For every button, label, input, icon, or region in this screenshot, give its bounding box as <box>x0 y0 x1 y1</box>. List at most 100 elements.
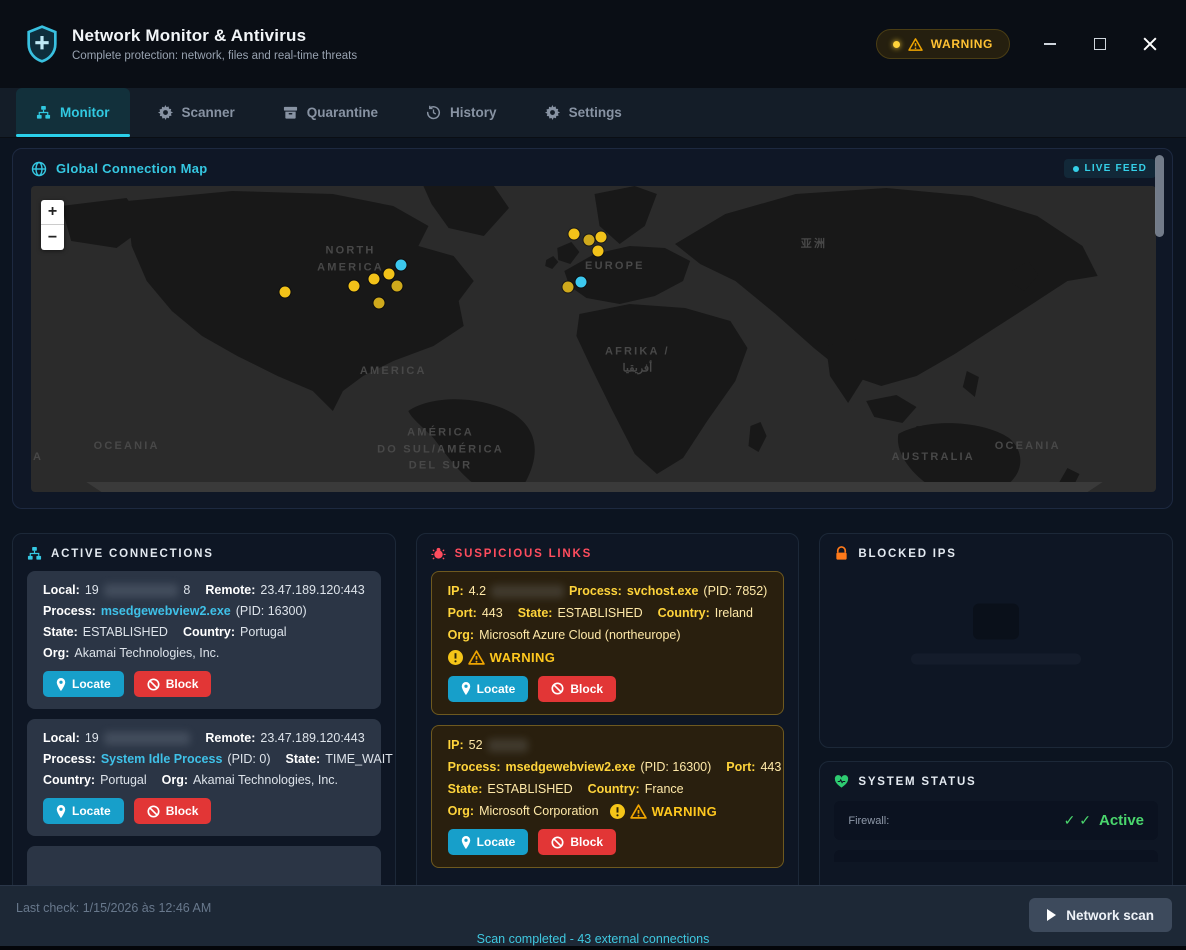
global-connection-map-panel: Global Connection Map LIVE FEED <box>12 148 1173 509</box>
block-button[interactable]: Block <box>134 671 212 697</box>
connection-dot[interactable] <box>348 281 359 292</box>
connection-dot[interactable] <box>584 234 595 245</box>
warning-triangle-icon <box>630 804 647 819</box>
connection-dot[interactable] <box>369 274 380 285</box>
block-icon <box>147 678 160 691</box>
active-connections-title: ACTIVE CONNECTIONS <box>51 548 214 560</box>
bottom-bar: Last check: 1/15/2026 às 12:46 AM Networ… <box>0 885 1186 950</box>
warning-circle-icon <box>610 804 625 819</box>
check-icons: ✓ ✓ <box>1064 812 1091 829</box>
play-icon <box>1047 909 1056 921</box>
map-pin-icon <box>56 678 66 691</box>
last-check-text: Last check: 1/15/2026 às 12:46 AM <box>16 901 211 915</box>
process-link[interactable]: svchost.exe <box>627 584 699 599</box>
live-feed-badge: LIVE FEED <box>1064 159 1156 178</box>
app-window: Network Monitor & Antivirus Complete pro… <box>0 0 1186 950</box>
locate-button[interactable]: Locate <box>43 671 124 697</box>
connection-dot[interactable] <box>593 245 604 256</box>
map-pin-icon <box>461 836 471 849</box>
main-content: Global Connection Map LIVE FEED <box>0 139 1186 950</box>
minimize-button[interactable] <box>1040 34 1060 54</box>
connection-dot[interactable] <box>569 229 580 240</box>
block-icon <box>147 805 160 818</box>
titlebar: Network Monitor & Antivirus Complete pro… <box>0 0 1186 88</box>
connection-dot[interactable] <box>576 277 587 288</box>
connection-dot[interactable] <box>396 259 407 270</box>
gear-icon <box>545 105 560 120</box>
locate-button[interactable]: Locate <box>448 676 529 702</box>
window-bottom-edge <box>0 946 1186 950</box>
process-link[interactable]: System Idle Process <box>101 752 223 767</box>
suspicious-card: IP: 4.2 Process: svchost.exe (PID: 7852)… <box>431 571 785 715</box>
block-button[interactable]: Block <box>538 676 616 702</box>
lock-icon <box>834 546 849 561</box>
tab-settings[interactable]: Settings <box>525 88 642 137</box>
tab-quarantine[interactable]: Quarantine <box>263 88 398 137</box>
world-map-continents <box>31 186 1156 492</box>
connection-dot[interactable] <box>383 269 394 280</box>
warning-label: WARNING <box>652 804 718 820</box>
blocked-ips-panel: BLOCKED IPS <box>819 533 1173 748</box>
warning-circle-icon <box>448 650 463 665</box>
shield-plus-logo-icon <box>26 25 58 63</box>
history-clock-icon <box>426 105 441 120</box>
network-scan-button[interactable]: Network scan <box>1029 898 1172 932</box>
block-icon <box>551 682 564 695</box>
tab-scanner[interactable]: Scanner <box>138 88 255 137</box>
block-button[interactable]: Block <box>134 798 212 824</box>
sitemap-icon <box>36 105 51 120</box>
warning-status-badge[interactable]: WARNING <box>876 29 1010 59</box>
map-panel-title: Global Connection Map <box>56 161 207 176</box>
bug-icon <box>431 546 446 561</box>
connection-dot[interactable] <box>596 232 607 243</box>
connection-card: Local: 19 Remote: 23.47.189.120:443 Proc… <box>27 719 381 836</box>
app-subtitle: Complete protection: network, files and … <box>72 50 357 62</box>
connection-dot[interactable] <box>391 281 402 292</box>
blocked-ips-title: BLOCKED IPS <box>858 548 956 560</box>
warning-triangle-icon <box>908 38 923 51</box>
close-button[interactable] <box>1140 34 1160 54</box>
connection-dot[interactable] <box>562 281 573 292</box>
map-pin-icon <box>461 682 471 695</box>
close-icon <box>1143 37 1157 51</box>
redacted-local-ip <box>104 584 179 597</box>
tab-history[interactable]: History <box>406 88 517 137</box>
sitemap-icon <box>27 546 42 561</box>
archive-box-icon <box>283 105 298 120</box>
redacted-local-ip <box>104 732 191 745</box>
vertical-scrollbar-thumb[interactable] <box>1155 155 1164 237</box>
redacted-ip <box>491 585 564 598</box>
live-dot-icon <box>1073 166 1079 172</box>
maximize-button[interactable] <box>1090 34 1110 54</box>
map-zoom-in-button[interactable]: + <box>41 200 64 225</box>
status-row-partial <box>834 850 1158 862</box>
block-button[interactable]: Block <box>538 829 616 855</box>
system-status-title: SYSTEM STATUS <box>858 776 976 788</box>
gear-icon <box>158 105 173 120</box>
warning-label: WARNING <box>490 650 556 666</box>
process-link[interactable]: msedgewebview2.exe <box>505 760 635 775</box>
warning-triangle-icon <box>468 650 485 665</box>
locate-button[interactable]: Locate <box>448 829 529 855</box>
process-link[interactable]: msedgewebview2.exe <box>101 604 231 619</box>
block-icon <box>551 836 564 849</box>
warning-badge-label: WARNING <box>931 37 993 51</box>
status-value: Active <box>1099 812 1144 829</box>
empty-state-text <box>911 654 1081 665</box>
world-map[interactable]: + − NORTH AMERICAEUROPE亚洲AMERICAAFRIKA /… <box>31 186 1156 492</box>
redacted-ip <box>488 739 528 752</box>
status-row-firewall: Firewall: ✓ ✓ Active <box>834 801 1158 840</box>
suspicious-card: IP: 52 Process: msedgewebview2.exe (PID:… <box>431 725 785 869</box>
health-heart-icon <box>834 774 849 789</box>
map-zoom-controls: + − <box>41 200 64 250</box>
tab-monitor[interactable]: Monitor <box>16 88 130 137</box>
warning-dot-icon <box>893 41 900 48</box>
connection-dot[interactable] <box>280 286 291 297</box>
connection-dot[interactable] <box>373 297 384 308</box>
app-brand: Network Monitor & Antivirus Complete pro… <box>26 25 357 63</box>
locate-button[interactable]: Locate <box>43 798 124 824</box>
maximize-icon <box>1094 38 1106 50</box>
app-title: Network Monitor & Antivirus <box>72 26 357 46</box>
scan-status-text: Scan completed - 43 external connections <box>0 932 1186 946</box>
map-zoom-out-button[interactable]: − <box>41 225 64 250</box>
